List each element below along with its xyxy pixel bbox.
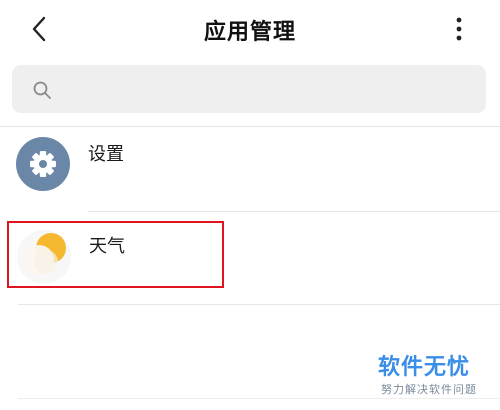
more-options-button[interactable] xyxy=(446,12,472,46)
app-label-settings: 设置 xyxy=(88,144,124,165)
more-vertical-icon xyxy=(456,17,462,41)
gear-icon xyxy=(30,151,56,177)
divider xyxy=(18,304,500,305)
watermark-subtitle: 努力解决软件问题 xyxy=(381,383,477,396)
search-bar[interactable] xyxy=(12,65,486,115)
highlight-annotation xyxy=(7,221,224,288)
watermark-title: 软件无忧 xyxy=(378,355,471,380)
settings-app-icon xyxy=(16,137,70,191)
page-title: 应用管理 xyxy=(203,20,296,45)
app-header: 应用管理 xyxy=(0,0,500,58)
divider xyxy=(18,398,500,399)
search-icon xyxy=(33,81,51,99)
search-input[interactable] xyxy=(70,65,474,115)
app-list-item-settings[interactable] xyxy=(0,127,500,211)
